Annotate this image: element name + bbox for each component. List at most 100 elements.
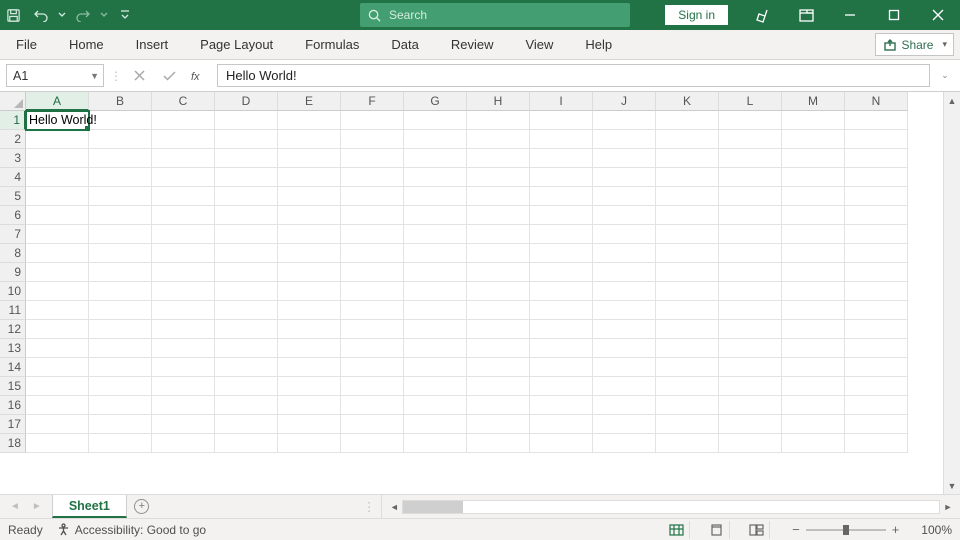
cell-L5[interactable]: [719, 187, 782, 206]
cell-D14[interactable]: [215, 358, 278, 377]
cell-J17[interactable]: [593, 415, 656, 434]
cell-M17[interactable]: [782, 415, 845, 434]
chevron-down-icon[interactable]: ▼: [90, 71, 99, 81]
cancel-icon[interactable]: [127, 65, 151, 87]
row-header-3[interactable]: 3: [0, 149, 26, 168]
cell-M6[interactable]: [782, 206, 845, 225]
cell-C2[interactable]: [152, 130, 215, 149]
cell-N17[interactable]: [845, 415, 908, 434]
cell-G9[interactable]: [404, 263, 467, 282]
cell-I12[interactable]: [530, 320, 593, 339]
cell-L16[interactable]: [719, 396, 782, 415]
cell-A18[interactable]: [26, 434, 89, 453]
cell-E13[interactable]: [278, 339, 341, 358]
cell-D1[interactable]: [215, 111, 278, 130]
cell-H9[interactable]: [467, 263, 530, 282]
row-header-9[interactable]: 9: [0, 263, 26, 282]
cell-M12[interactable]: [782, 320, 845, 339]
cell-B6[interactable]: [89, 206, 152, 225]
cell-J6[interactable]: [593, 206, 656, 225]
cell-K1[interactable]: [656, 111, 719, 130]
cell-C18[interactable]: [152, 434, 215, 453]
cell-N8[interactable]: [845, 244, 908, 263]
cell-L17[interactable]: [719, 415, 782, 434]
coming-soon-icon[interactable]: [740, 0, 784, 30]
customize-qat-icon[interactable]: [112, 0, 138, 30]
cell-I10[interactable]: [530, 282, 593, 301]
cell-C15[interactable]: [152, 377, 215, 396]
col-header-L[interactable]: L: [719, 92, 782, 111]
scroll-right-icon[interactable]: ►: [940, 502, 956, 512]
cell-D8[interactable]: [215, 244, 278, 263]
cell-G10[interactable]: [404, 282, 467, 301]
cell-G4[interactable]: [404, 168, 467, 187]
cell-H11[interactable]: [467, 301, 530, 320]
cell-G14[interactable]: [404, 358, 467, 377]
scroll-track[interactable]: [944, 109, 960, 477]
tab-data[interactable]: Data: [375, 30, 434, 59]
cell-E3[interactable]: [278, 149, 341, 168]
cell-H5[interactable]: [467, 187, 530, 206]
accessibility-status[interactable]: Accessibility: Good to go: [57, 523, 206, 537]
cell-E14[interactable]: [278, 358, 341, 377]
cell-L10[interactable]: [719, 282, 782, 301]
cell-C9[interactable]: [152, 263, 215, 282]
cell-M10[interactable]: [782, 282, 845, 301]
search-box[interactable]: Search: [360, 3, 630, 27]
cell-N15[interactable]: [845, 377, 908, 396]
tab-insert[interactable]: Insert: [120, 30, 185, 59]
cell-E17[interactable]: [278, 415, 341, 434]
cell-N12[interactable]: [845, 320, 908, 339]
row-header-16[interactable]: 16: [0, 396, 26, 415]
cell-B5[interactable]: [89, 187, 152, 206]
col-header-H[interactable]: H: [467, 92, 530, 111]
cell-A5[interactable]: [26, 187, 89, 206]
row-header-11[interactable]: 11: [0, 301, 26, 320]
cell-I2[interactable]: [530, 130, 593, 149]
cell-E18[interactable]: [278, 434, 341, 453]
cell-K9[interactable]: [656, 263, 719, 282]
cell-M7[interactable]: [782, 225, 845, 244]
tab-view[interactable]: View: [509, 30, 569, 59]
cell-H4[interactable]: [467, 168, 530, 187]
cell-G3[interactable]: [404, 149, 467, 168]
cell-G5[interactable]: [404, 187, 467, 206]
col-header-D[interactable]: D: [215, 92, 278, 111]
sign-in-button[interactable]: Sign in: [665, 5, 728, 25]
share-button[interactable]: Share ▾: [875, 33, 954, 56]
cell-A6[interactable]: [26, 206, 89, 225]
cell-J2[interactable]: [593, 130, 656, 149]
cell-I4[interactable]: [530, 168, 593, 187]
cell-I3[interactable]: [530, 149, 593, 168]
cell-L12[interactable]: [719, 320, 782, 339]
cell-F3[interactable]: [341, 149, 404, 168]
cell-B2[interactable]: [89, 130, 152, 149]
cell-M16[interactable]: [782, 396, 845, 415]
cell-B10[interactable]: [89, 282, 152, 301]
cell-N4[interactable]: [845, 168, 908, 187]
cell-F2[interactable]: [341, 130, 404, 149]
row-header-10[interactable]: 10: [0, 282, 26, 301]
cell-C12[interactable]: [152, 320, 215, 339]
drag-handle-icon[interactable]: ⋮: [357, 495, 382, 518]
drag-handle-icon[interactable]: ⋮: [110, 69, 121, 83]
cell-G18[interactable]: [404, 434, 467, 453]
cell-F9[interactable]: [341, 263, 404, 282]
cell-H7[interactable]: [467, 225, 530, 244]
cell-C3[interactable]: [152, 149, 215, 168]
cell-E9[interactable]: [278, 263, 341, 282]
undo-button[interactable]: [28, 0, 54, 30]
cell-E4[interactable]: [278, 168, 341, 187]
cell-M2[interactable]: [782, 130, 845, 149]
cell-A15[interactable]: [26, 377, 89, 396]
cell-N3[interactable]: [845, 149, 908, 168]
cell-F12[interactable]: [341, 320, 404, 339]
cell-N6[interactable]: [845, 206, 908, 225]
cell-F13[interactable]: [341, 339, 404, 358]
new-sheet-button[interactable]: +: [127, 495, 157, 518]
cell-L11[interactable]: [719, 301, 782, 320]
cell-G12[interactable]: [404, 320, 467, 339]
cell-A14[interactable]: [26, 358, 89, 377]
col-header-C[interactable]: C: [152, 92, 215, 111]
cell-N14[interactable]: [845, 358, 908, 377]
